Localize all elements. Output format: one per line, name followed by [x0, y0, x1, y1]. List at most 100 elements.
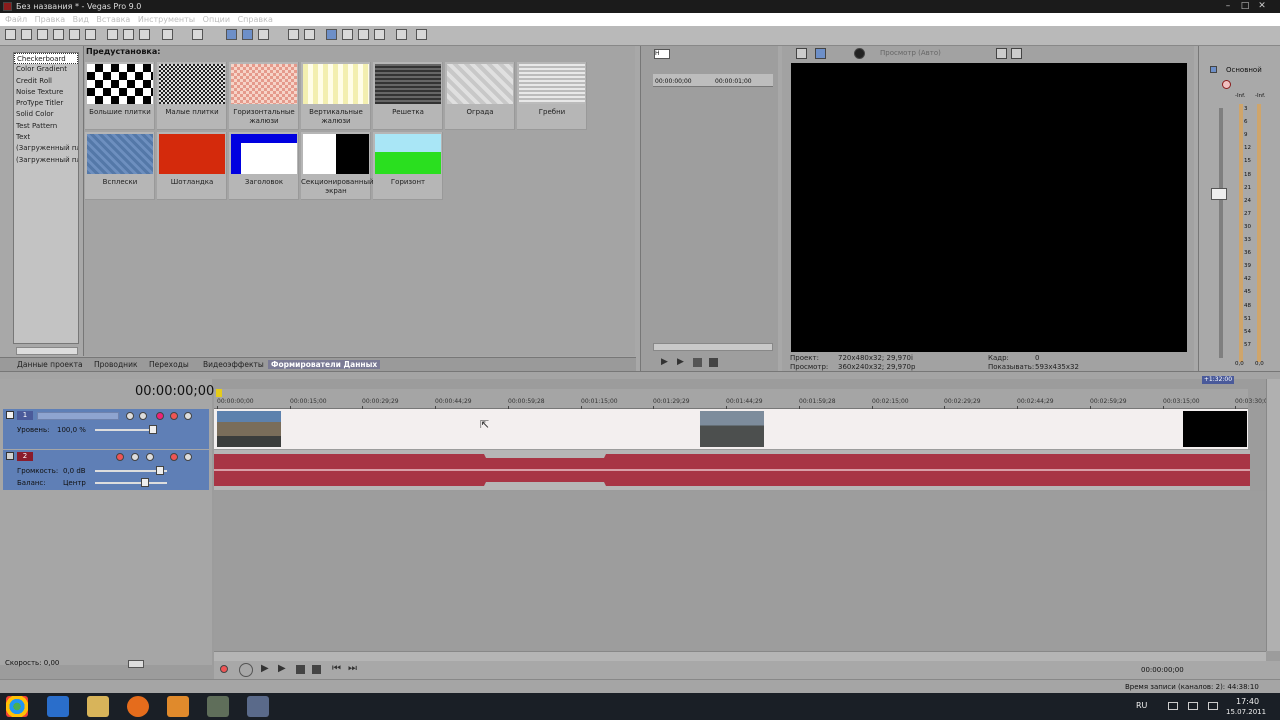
cut-icon[interactable]: [107, 29, 118, 40]
render-icon[interactable]: [69, 29, 80, 40]
mute-icon[interactable]: [170, 412, 178, 420]
menu-edit[interactable]: Правка: [35, 15, 65, 24]
video-clip-thumbnail[interactable]: [217, 411, 281, 447]
track-name-field[interactable]: [37, 412, 119, 420]
pause-icon[interactable]: [296, 665, 305, 674]
menu-options[interactable]: Опции: [203, 15, 230, 24]
track-fx-icon[interactable]: [156, 412, 164, 420]
generator-item[interactable]: Text: [14, 132, 78, 143]
invert-phase-icon[interactable]: [131, 453, 139, 461]
scrub-control[interactable]: [128, 660, 144, 668]
preset-vertical-blinds[interactable]: Вертикальные жалюзи: [301, 62, 371, 130]
menu-file[interactable]: Файл: [5, 15, 27, 24]
preset-split-screen[interactable]: Секционированный экран: [301, 132, 374, 200]
video-track-lane[interactable]: [214, 409, 1248, 449]
mute-icon[interactable]: [170, 453, 178, 461]
save-icon[interactable]: [37, 29, 48, 40]
save-as-icon[interactable]: [53, 29, 64, 40]
help-icon[interactable]: [416, 29, 427, 40]
solo-icon[interactable]: [184, 453, 192, 461]
clock-date[interactable]: 15.07.2011: [1226, 708, 1266, 716]
splitter[interactable]: [0, 371, 1280, 379]
copy-icon[interactable]: [123, 29, 134, 40]
volume-icon[interactable]: [1208, 702, 1218, 710]
preset-tartan[interactable]: Шотландка: [157, 132, 227, 200]
record-icon[interactable]: [220, 665, 228, 673]
level-slider-handle[interactable]: [149, 425, 157, 434]
play-from-start-icon[interactable]: ▶: [261, 663, 269, 674]
video-clip-thumbnail[interactable]: [1183, 411, 1247, 447]
start-button-icon[interactable]: [6, 696, 28, 717]
video-track-header[interactable]: 1 Уровень: 100,0 %: [3, 409, 209, 449]
arm-record-icon[interactable]: [116, 453, 124, 461]
trimmer-stop-icon[interactable]: [709, 358, 718, 367]
audio-track-lane[interactable]: [214, 450, 1250, 490]
solo-icon[interactable]: [184, 412, 192, 420]
go-to-start-icon[interactable]: ⏮: [332, 663, 341, 674]
firefox-icon[interactable]: [127, 696, 149, 717]
tab-media-generators[interactable]: Формирователи Данных: [268, 360, 381, 369]
copy-snapshot-icon[interactable]: [996, 48, 1007, 59]
maximize-button[interactable]: □: [1238, 1, 1252, 12]
list-hscroll[interactable]: [16, 347, 78, 355]
ripple-edit-icon[interactable]: [258, 29, 269, 40]
external-monitor-icon[interactable]: [815, 48, 826, 59]
preset-horizontal-blinds[interactable]: Горизонтальные жалюзи: [229, 62, 299, 130]
save-snapshot-icon[interactable]: [1011, 48, 1022, 59]
explorer-folder-icon[interactable]: [87, 696, 109, 717]
generator-item[interactable]: (Загруженный пл: [14, 143, 78, 154]
stop-icon[interactable]: [312, 665, 321, 674]
generator-item[interactable]: Credit Roll: [14, 76, 78, 87]
track-motion-icon[interactable]: [139, 412, 147, 420]
go-to-end-icon[interactable]: ⏭: [348, 663, 357, 674]
trimmer-scrollbar[interactable]: [653, 343, 773, 351]
preset-large-tiles[interactable]: Большие плитки: [85, 62, 155, 130]
bus-fx-icon[interactable]: [1222, 80, 1231, 89]
play-icon[interactable]: ▶: [278, 663, 286, 674]
snap-icon[interactable]: [226, 29, 237, 40]
loop-playback-icon[interactable]: [239, 663, 253, 677]
generator-item[interactable]: (Загруженный пл: [14, 155, 78, 166]
volume-fader-handle[interactable]: [1211, 188, 1227, 200]
clock-time[interactable]: 17:40: [1236, 697, 1259, 706]
playhead-marker[interactable]: [216, 389, 222, 397]
tab-transitions[interactable]: Переходы: [149, 360, 189, 369]
preset-small-tiles[interactable]: Малые плитки: [157, 62, 227, 130]
preset-horizon[interactable]: Горизонт: [373, 132, 443, 200]
language-indicator[interactable]: RU: [1136, 701, 1147, 710]
envelope-tool-icon[interactable]: [342, 29, 353, 40]
preview-quality-dropdown[interactable]: Просмотр (Авто): [880, 49, 941, 57]
menu-view[interactable]: Вид: [73, 15, 89, 24]
generator-item[interactable]: Checkerboard: [14, 53, 78, 65]
preset-title[interactable]: Заголовок: [229, 132, 299, 200]
minimize-button[interactable]: –: [1221, 1, 1235, 12]
paste-icon[interactable]: [139, 29, 150, 40]
auto-crossfade-icon[interactable]: [242, 29, 253, 40]
menu-insert[interactable]: Вставка: [96, 15, 130, 24]
generator-item[interactable]: Solid Color: [14, 109, 78, 120]
generator-list[interactable]: Checkerboard Color Gradient Credit Roll …: [13, 52, 79, 355]
audio-track-header[interactable]: 2 Громкость: 0,0 dB Баланс: Центр: [3, 450, 209, 490]
preview-properties-icon[interactable]: [796, 48, 807, 59]
redo-icon[interactable]: [192, 29, 203, 40]
tab-explorer[interactable]: Проводник: [94, 360, 138, 369]
trimmer-history-icon[interactable]: H: [654, 49, 670, 59]
lock-envelopes-icon[interactable]: [288, 29, 299, 40]
track-fx-icon[interactable]: [146, 453, 154, 461]
open-icon[interactable]: [21, 29, 32, 40]
trimmer-play-from-start-icon[interactable]: ▶: [677, 357, 686, 367]
preset-fence[interactable]: Ограда: [445, 62, 515, 130]
zoom-tool-icon[interactable]: [374, 29, 385, 40]
close-button[interactable]: ✕: [1255, 1, 1269, 12]
timeline-horizontal-scrollbar[interactable]: [214, 651, 1266, 661]
normal-edit-tool-icon[interactable]: [326, 29, 337, 40]
generator-item[interactable]: Noise Texture: [14, 87, 78, 98]
video-clip-thumbnail[interactable]: [700, 411, 764, 447]
tray-icon[interactable]: [1168, 702, 1178, 710]
volume-slider-handle[interactable]: [156, 466, 164, 475]
preview-fx-icon[interactable]: [854, 48, 865, 59]
generator-item[interactable]: Test Pattern: [14, 121, 78, 132]
generator-item[interactable]: ProType Titler: [14, 98, 78, 109]
timeline-ruler[interactable]: +1:32:00 00:00:00;00 00:00:15;00 00:00:29;…: [214, 376, 1272, 410]
tab-video-fx[interactable]: Видеоэффекты: [203, 360, 264, 369]
